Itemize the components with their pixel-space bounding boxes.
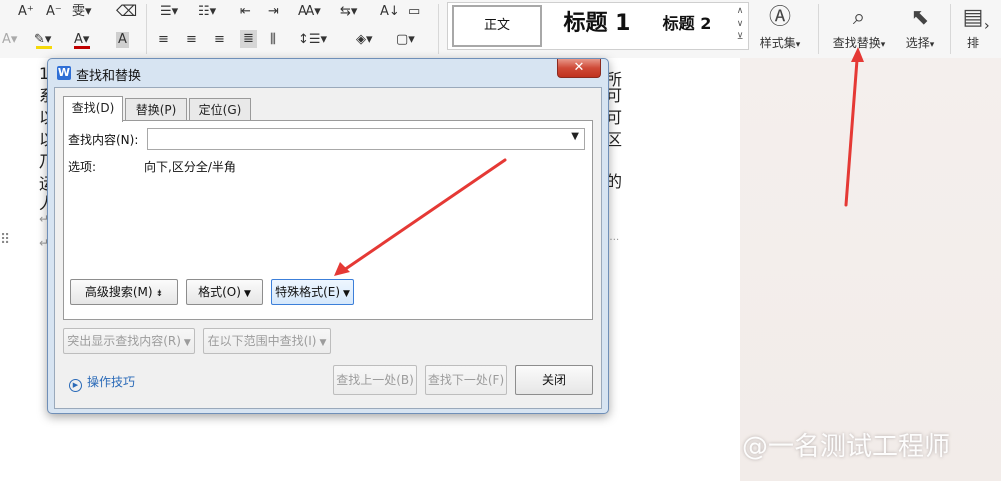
text-effect-icon[interactable]: A▾	[2, 32, 17, 48]
outdent-icon[interactable]: ⇤	[240, 4, 251, 20]
find-next-button[interactable]: 查找下一处(F)	[425, 365, 507, 395]
format-button[interactable]: 格式(O) ▼	[186, 279, 263, 305]
ribbon-scroll-right-icon[interactable]: ›	[984, 18, 990, 34]
text-direction-icon[interactable]: Ꜳ▾	[298, 4, 321, 20]
document-margin	[740, 58, 1001, 481]
find-label: 查找内容(N):	[68, 133, 139, 147]
chevron-down-icon: ▼	[183, 338, 191, 348]
justify-icon[interactable]: ≣	[240, 30, 257, 48]
font-grow-icon[interactable]: A⁺	[18, 4, 34, 20]
tab-replace[interactable]: 替换(P)	[125, 98, 187, 121]
format-label: 格式(O)	[198, 285, 241, 299]
style-set-icon: Ⓐ	[768, 5, 791, 30]
wps-logo-icon: W	[57, 66, 71, 80]
tab-goto[interactable]: 定位(G)	[189, 98, 251, 121]
style-gallery: 正文 标题 1 标题 2 ∧ ∨ ⊻	[447, 2, 749, 50]
find-replace-dialog: W 查找和替换 ✕ 查找(D) 替换(P) 定位(G) 查找内容(N): ▼ 选…	[47, 58, 609, 414]
find-previous-button[interactable]: 查找上一处(B)	[333, 365, 417, 395]
sort-az-icon[interactable]: A↓	[380, 4, 400, 20]
find-in-range-button[interactable]: 在以下范围中查找(I) ▼	[203, 328, 331, 354]
style-normal[interactable]: 正文	[452, 5, 542, 47]
tips-link[interactable]: ▶ 操作技巧	[69, 373, 135, 392]
watermark: @一名测试工程师	[742, 432, 951, 462]
find-in-range-label: 在以下范围中查找(I)	[207, 334, 317, 348]
tips-label: 操作技巧	[87, 375, 136, 389]
options-label: 选项:	[68, 160, 97, 174]
chevron-down-icon[interactable]: ∨	[734, 18, 746, 31]
gallery-scroll[interactable]: ∧ ∨ ⊻	[734, 5, 746, 44]
highlight-results-label: 突出显示查找内容(R)	[67, 334, 181, 348]
select-label: 选择	[905, 36, 930, 50]
find-input[interactable]: ▼	[147, 128, 585, 150]
dialog-title: 查找和替换	[76, 69, 142, 84]
advanced-search-label: 高级搜索(M)	[84, 285, 153, 299]
close-icon[interactable]: ✕	[557, 59, 601, 78]
highlight-color-swatch	[36, 46, 52, 49]
special-format-button[interactable]: 特殊格式(E) ▼	[271, 279, 354, 305]
play-icon: ▶	[69, 379, 82, 392]
style-set-button[interactable]: Ⓐ 样式集▾	[752, 2, 808, 51]
chevron-down-icon: ▼	[243, 289, 251, 299]
style-heading-1[interactable]: 标题 1	[552, 5, 642, 43]
tab-find[interactable]: 查找(D)	[63, 96, 123, 122]
cursor-icon: ⬉	[910, 5, 930, 30]
style-set-label: 样式集	[759, 36, 796, 50]
special-format-label: 特殊格式(E)	[275, 285, 341, 299]
highlight-results-button[interactable]: 突出显示查找内容(R) ▼	[63, 328, 195, 354]
find-replace-label: 查找替换	[832, 36, 881, 50]
separator	[950, 4, 951, 54]
phonetic-icon[interactable]: 雯▾	[72, 4, 92, 20]
select-button[interactable]: ⬉ 选择▾	[898, 2, 942, 51]
align-center-icon[interactable]: ≡	[186, 32, 197, 48]
chevron-down-icon: ▼	[343, 289, 350, 299]
separator	[438, 4, 439, 54]
line-spacing-icon[interactable]: ↕☰▾	[298, 32, 327, 48]
search-icon: ⌕	[852, 5, 866, 30]
shading-icon[interactable]: ◈▾	[356, 32, 373, 48]
dialog-body: 查找(D) 替换(P) 定位(G) 查找内容(N): ▼ 选项: 向下,区分全/…	[54, 87, 602, 409]
border-icon[interactable]: ▢▾	[396, 32, 415, 48]
distributed-icon[interactable]: ⫼	[270, 32, 276, 48]
bullets-icon[interactable]: ☰▾	[160, 4, 178, 20]
close-button[interactable]: 关闭	[515, 365, 593, 395]
chevron-down-icon: ▼	[319, 338, 327, 348]
chevron-up-icon[interactable]: ∧	[734, 5, 746, 18]
char-shading-icon[interactable]: A	[116, 32, 129, 48]
indent-icon[interactable]: ⇥	[268, 4, 279, 20]
chevron-down-icon[interactable]: ▼	[571, 131, 579, 142]
tab-panel-find: 查找内容(N): ▼ 选项: 向下,区分全/半角 高级搜索(M) ⇟ 格式(O) ▼…	[63, 120, 593, 320]
drag-handle-icon[interactable]: ⠿	[0, 232, 10, 248]
expand-icon[interactable]: ⊻	[734, 31, 746, 44]
clear-format-icon[interactable]: ⌫	[116, 3, 137, 19]
options-value: 向下,区分全/半角	[144, 160, 236, 174]
dialog-titlebar[interactable]: W 查找和替换 ✕	[48, 59, 608, 87]
separator	[818, 4, 819, 54]
font-color-swatch	[74, 46, 90, 49]
advanced-search-button[interactable]: 高级搜索(M) ⇟	[70, 279, 178, 305]
font-shrink-icon[interactable]: A⁻	[46, 4, 62, 20]
find-replace-button[interactable]: ⌕ 查找替换▾	[828, 2, 890, 51]
ribbon-toolbar: A⁺ A⁻ 雯▾ ⌫ ☰▾ ☷▾ ⇤ ⇥ Ꜳ▾ ⇆▾ A↓ ▭ A▾ ✎▾ A▾…	[0, 0, 1001, 59]
sort-icon[interactable]: ⇆▾	[340, 4, 357, 20]
numbering-icon[interactable]: ☷▾	[198, 4, 216, 20]
align-left-icon[interactable]: ≡	[158, 32, 169, 48]
char-border-icon[interactable]: ▭	[408, 4, 420, 20]
style-heading-2[interactable]: 标题 2	[652, 5, 722, 43]
separator	[146, 4, 147, 54]
expand-icon: ⇟	[155, 289, 164, 299]
align-right-icon[interactable]: ≡	[214, 32, 225, 48]
arrange-label: 排	[966, 36, 979, 50]
